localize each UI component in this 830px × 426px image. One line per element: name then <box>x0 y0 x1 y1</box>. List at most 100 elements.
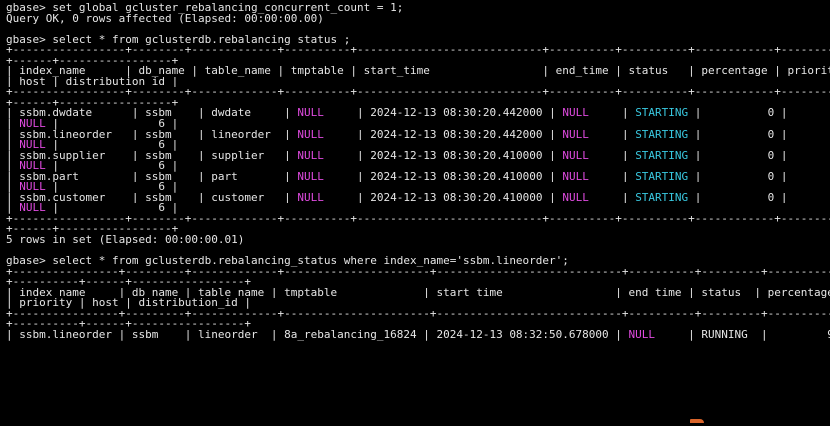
text-segment: | index_name | db_name | table_name | tm… <box>6 66 830 77</box>
terminal-line: +------+-----------------+ <box>0 98 830 109</box>
null-value: NULL <box>19 140 46 151</box>
terminal-line: 5 rows in set (Elapsed: 00:00:00.01) <box>0 235 830 246</box>
terminal-output: gbase> set global gcluster_rebalancing_c… <box>0 3 830 341</box>
terminal-line: +----------------+---------+------------… <box>0 267 830 278</box>
terminal-line: | ssbm.dwdate | ssbm | dwdate | NULL | 2… <box>0 108 830 119</box>
null-value: NULL <box>19 182 46 193</box>
terminal-line: +----------------+---------+------------… <box>0 309 830 320</box>
terminal-line: | NULL | 6 | <box>0 140 830 151</box>
terminal-line: Query OK, 0 rows affected (Elapsed: 00:0… <box>0 14 830 25</box>
text-segment: | ssbm.lineorder | ssbm | lineorder | <box>6 129 298 141</box>
terminal-line: gbase> select * from gclusterdb.rebalanc… <box>0 35 830 46</box>
status-value: STARTING <box>635 150 689 162</box>
text-segment: | ssbm.customer | ssbm | customer | <box>6 192 298 204</box>
terminal-line: +-----------------+--------+------------… <box>0 45 830 56</box>
status-value: STARTING <box>635 129 689 141</box>
terminal-line: | ssbm.lineorder | ssbm | lineorder | 8a… <box>0 330 830 341</box>
text-segment: | ssbm.lineorder | ssbm | lineorder | 8a… <box>6 329 629 341</box>
text-segment: | 6 | <box>45 140 179 151</box>
text-segment: +------+-----------------+ <box>6 55 179 67</box>
terminal-line: | ssbm.lineorder | ssbm | lineorder | NU… <box>0 130 830 141</box>
status-value: STARTING <box>635 192 689 204</box>
status-value: STARTING <box>635 108 689 120</box>
text-segment: | 2024-12-13 08:30:20.442000 | <box>323 129 563 141</box>
text-segment: gbase> select * from gclusterdb.rebalanc… <box>6 34 351 46</box>
terminal-line: | host | distribution_id | <box>0 77 830 88</box>
text-segment: | <box>6 182 20 193</box>
null-value: NULL <box>562 150 589 162</box>
terminal-line: | index_name | db_name | table_name | tm… <box>0 66 830 77</box>
text-segment: | <box>588 129 636 141</box>
text-segment: +----------+------+-----------------+ <box>6 319 252 330</box>
text-segment: gbase> set global gcluster_rebalancing_c… <box>6 3 404 14</box>
text-segment: +-----------------+--------+------------… <box>6 87 830 98</box>
terminal-line: | priority | host | distribution_id | <box>0 298 830 309</box>
text-segment: | 2024-12-13 08:30:20.410000 | <box>323 171 563 183</box>
text-segment: | ssbm.supplier | ssbm | supplier | <box>6 150 298 162</box>
text-segment: | 0 | 1 <box>694 129 788 141</box>
text-segment: | 6 | <box>45 203 179 214</box>
terminal-line: | ssbm.customer | ssbm | customer | NULL… <box>0 193 830 204</box>
text-segment: | 0 | 5 <box>694 171 788 183</box>
null-value: NULL <box>297 150 324 162</box>
terminal-line: | NULL | 6 | <box>0 161 830 172</box>
text-segment: +----------------+---------+------------… <box>6 308 830 320</box>
text-segment: | 0 | 5 <box>694 150 788 162</box>
null-value: NULL <box>297 108 324 120</box>
terminal-line: +------+-----------------+ <box>0 56 830 67</box>
text-segment: | 2024-12-13 08:30:20.442000 | <box>323 108 563 120</box>
text-segment: 5 rows in set (Elapsed: 00:00:00.01) <box>6 235 245 246</box>
text-segment: | 0 | 5 <box>694 192 788 204</box>
terminal-line: | NULL | 6 | <box>0 182 830 193</box>
null-value: NULL <box>297 129 324 141</box>
text-segment: +------+-----------------+ <box>6 224 179 236</box>
text-segment: gbase> select * from gclusterdb.rebalanc… <box>6 256 569 267</box>
text-segment: | 6 | <box>45 182 179 193</box>
status-value: STARTING <box>635 171 689 183</box>
text-segment: | priority | host | distribution_id | <box>6 298 252 309</box>
null-value: NULL <box>19 119 46 130</box>
terminal-line: | NULL | 6 | <box>0 203 830 214</box>
terminal-line: gbase> select * from gclusterdb.rebalanc… <box>0 256 830 267</box>
text-segment: | 6 | <box>45 119 179 130</box>
text-segment: | ssbm.dwdate | ssbm | dwdate | <box>6 108 298 120</box>
text-segment: | 0 | 5 <box>694 108 788 120</box>
terminal-line: | ssbm.part | ssbm | part | NULL | 2024-… <box>0 172 830 183</box>
text-segment: +------+-----------------+ <box>6 97 179 109</box>
text-segment: | RUNNING | 90 <box>655 329 830 341</box>
text-segment: | 2024-12-13 08:30:20.410000 | <box>323 192 563 204</box>
text-segment: | <box>6 203 20 214</box>
text-segment: | 2024-12-13 08:30:20.410000 | <box>323 150 563 162</box>
null-value: NULL <box>19 203 46 214</box>
terminal-line: | NULL | 6 | <box>0 119 830 130</box>
null-value: NULL <box>562 171 589 183</box>
null-value: NULL <box>297 192 324 204</box>
scroll-marker-icon <box>690 419 704 423</box>
text-segment: Query OK, 0 rows affected (Elapsed: 00:0… <box>6 13 324 25</box>
terminal-line: +------+-----------------+ <box>0 224 830 235</box>
terminal-line: +-----------------+--------+------------… <box>0 214 830 225</box>
terminal-window[interactable]: gbase> set global gcluster_rebalancing_c… <box>0 0 830 426</box>
terminal-line: +-----------------+--------+------------… <box>0 87 830 98</box>
text-segment: | <box>588 150 636 162</box>
text-segment: | 6 | <box>45 161 179 172</box>
null-value: NULL <box>297 171 324 183</box>
text-segment: +----------+------+-----------------+ <box>6 277 252 288</box>
null-value: NULL <box>562 129 589 141</box>
terminal-line: +----------+------+-----------------+ <box>0 319 830 330</box>
text-segment: +----------------+---------+------------… <box>6 266 830 278</box>
null-value: NULL <box>562 108 589 120</box>
null-value: NULL <box>628 329 656 341</box>
terminal-line: | index_name | db_name | table_name | tm… <box>0 288 830 299</box>
text-segment: | <box>588 192 636 204</box>
text-segment: | <box>588 108 636 120</box>
text-segment: | index_name | db_name | table_name | tm… <box>6 287 830 299</box>
text-segment: +-----------------+--------+------------… <box>6 213 830 225</box>
null-value: NULL <box>562 192 589 204</box>
text-segment: | ssbm.part | ssbm | part | <box>6 171 298 183</box>
text-segment: | <box>6 161 20 172</box>
text-segment: | <box>6 119 20 130</box>
text-segment: | host | distribution_id | <box>6 76 179 88</box>
